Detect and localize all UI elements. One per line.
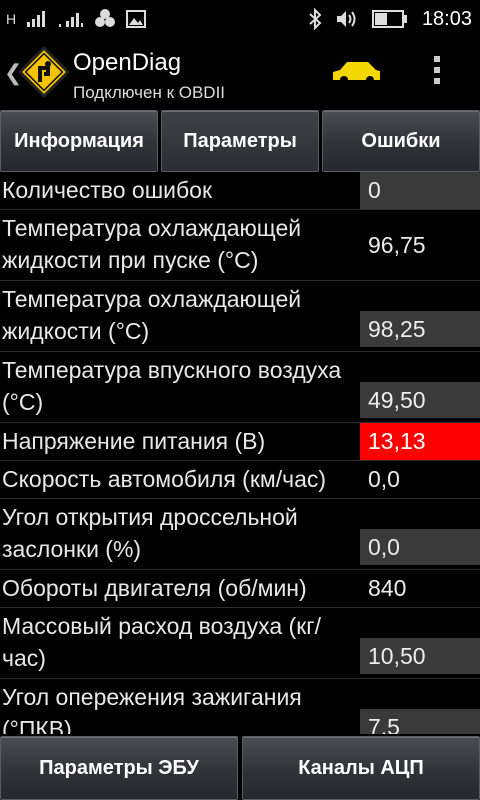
adc-channels-button[interactable]: Каналы АЦП [242,736,480,800]
param-row-coolant-temp: Температура охлаждающей жидкости (°C) 98… [0,281,480,352]
param-label: Температура впускного воздуха (°C) [2,357,342,415]
pinwheel-icon [95,9,116,27]
param-row-error-count: Количество ошибок 0 [0,172,480,210]
param-value-box: 49,50 [360,352,480,422]
tab-bar: Информация Параметры Ошибки [0,108,480,172]
param-row-vehicle-speed: Скорость автомобиля (км/час) 0,0 [0,461,480,499]
param-row-engine-rpm: Обороты двигателя (об/мин) 840 [0,570,480,608]
param-value: 0,0 [360,529,480,565]
param-value: 10,50 [360,638,480,674]
param-label: Обороты двигателя (об/мин) [2,575,307,601]
connection-status-subtitle: Подключен к OBDII [73,83,226,102]
tab-errors[interactable]: Ошибки [322,110,480,172]
ecu-parameters-button[interactable]: Параметры ЭБУ [0,736,238,800]
param-value-box: 10,50 [360,608,480,678]
param-value-box: 7,5 [360,679,480,734]
tab-parameters[interactable]: Параметры [161,110,319,172]
action-bar: ❮ OpenDiag Подключен к OBDII [0,38,480,108]
image-icon [126,10,147,28]
status-clock: 18:03 [421,7,472,30]
signal-strength-icon-1 [27,11,46,27]
param-value-alert: 13,13 [360,423,480,460]
param-row-supply-voltage: Напряжение питания (В) 13,13 [0,423,480,461]
car-icon[interactable] [330,56,382,86]
parameter-list[interactable]: Количество ошибок 0 Температура охлаждаю… [0,172,480,734]
app-title: OpenDiag [73,49,182,76]
overflow-menu-icon[interactable] [432,56,442,92]
param-value: 0,0 [368,466,400,492]
signal-strength-icon-2 [59,13,84,27]
param-label: Количество ошибок [2,177,213,203]
param-label: Массовый расход воздуха (кг/час) [2,613,322,671]
app-logo-icon[interactable] [18,46,70,98]
param-label: Температура охлаждающей жидкости при пус… [2,215,302,273]
param-value: 49,50 [360,382,480,418]
status-bar: H 18:03 [0,0,480,38]
param-value: 840 [368,575,407,601]
param-value: 7,5 [360,709,480,734]
param-label: Угол опережения зажигания (°ПКВ) [2,684,302,734]
param-label: Скорость автомобиля (км/час) [2,466,327,492]
param-row-coolant-temp-start: Температура охлаждающей жидкости при пус… [0,210,480,281]
tab-information[interactable]: Информация [0,110,158,172]
param-label: Температура охлаждающей жидкости (°C) [2,286,302,344]
param-value: 98,25 [360,311,480,347]
param-row-throttle-angle: Угол открытия дроссельной заслонки (%) 0… [0,499,480,570]
param-row-intake-air-temp: Температура впускного воздуха (°C) 49,50 [0,352,480,423]
param-value-box: 0,0 [360,499,480,569]
param-value: 96,75 [368,231,426,258]
param-row-mass-air-flow: Массовый расход воздуха (кг/час) 10,50 [0,608,480,679]
param-label: Угол открытия дроссельной заслонки (%) [2,504,298,562]
bluetooth-icon [309,8,322,30]
volume-icon [336,11,356,27]
param-value: 0 [360,172,480,209]
bottom-button-bar: Параметры ЭБУ Каналы АЦП [0,736,480,800]
network-type-indicator: H [6,11,17,27]
param-label: Напряжение питания (В) [2,428,266,454]
battery-icon [371,10,407,28]
param-value-box: 98,25 [360,281,480,351]
param-row-ignition-advance: Угол опережения зажигания (°ПКВ) 7,5 [0,679,480,734]
